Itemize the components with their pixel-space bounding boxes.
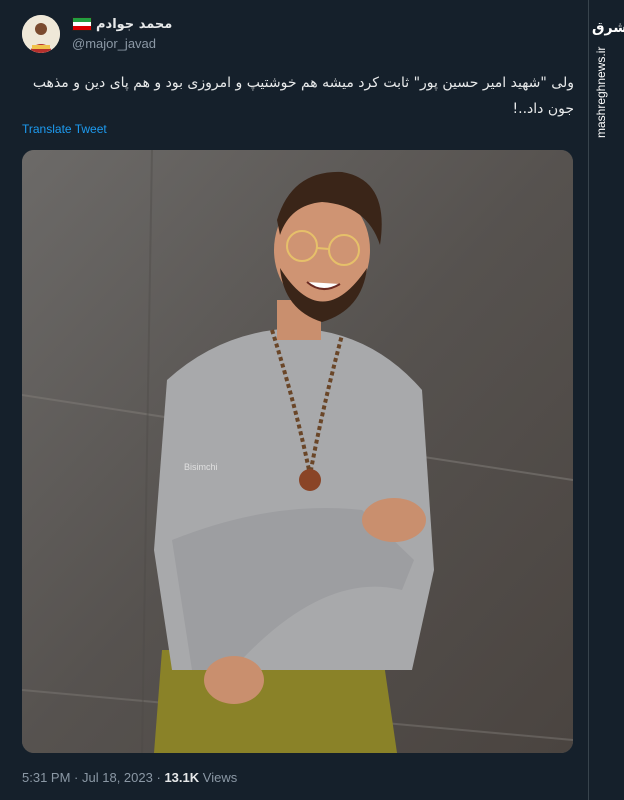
watermark-strip: مشرق mashreghnews.ir bbox=[588, 0, 624, 800]
user-handle[interactable]: @major_javad bbox=[72, 36, 156, 51]
mashregh-logo-icon: مشرق bbox=[592, 20, 624, 36]
meta-separator: · bbox=[156, 770, 161, 785]
avatar[interactable] bbox=[22, 15, 60, 53]
iran-flag-icon bbox=[72, 17, 92, 31]
views-label: Views bbox=[202, 770, 238, 785]
photo-watermark: Bisimchi bbox=[184, 462, 218, 472]
tweet-text: ولی "شهید امیر حسین پور" ثابت کرد میشه ه… bbox=[32, 75, 574, 117]
tweet-card: محمد جوادم @major_javad ولی "شهید امیر ح… bbox=[0, 0, 589, 800]
translate-tweet-link[interactable]: Translate Tweet bbox=[22, 122, 107, 136]
tweet-meta: 5:31 PM · Jul 18, 2023 · 13.1K Views bbox=[22, 770, 237, 785]
display-name[interactable]: محمد جوادم bbox=[96, 17, 172, 32]
meta-separator: · bbox=[74, 770, 79, 785]
site-watermark: mashreghnews.ir bbox=[594, 46, 608, 138]
tweet-photo[interactable]: Bisimchi bbox=[22, 150, 573, 753]
views-count[interactable]: 13.1K bbox=[164, 770, 199, 785]
tweet-time[interactable]: 5:31 PM bbox=[22, 770, 70, 785]
author-name-row[interactable]: محمد جوادم bbox=[72, 14, 172, 34]
tweet-date[interactable]: Jul 18, 2023 bbox=[82, 770, 153, 785]
